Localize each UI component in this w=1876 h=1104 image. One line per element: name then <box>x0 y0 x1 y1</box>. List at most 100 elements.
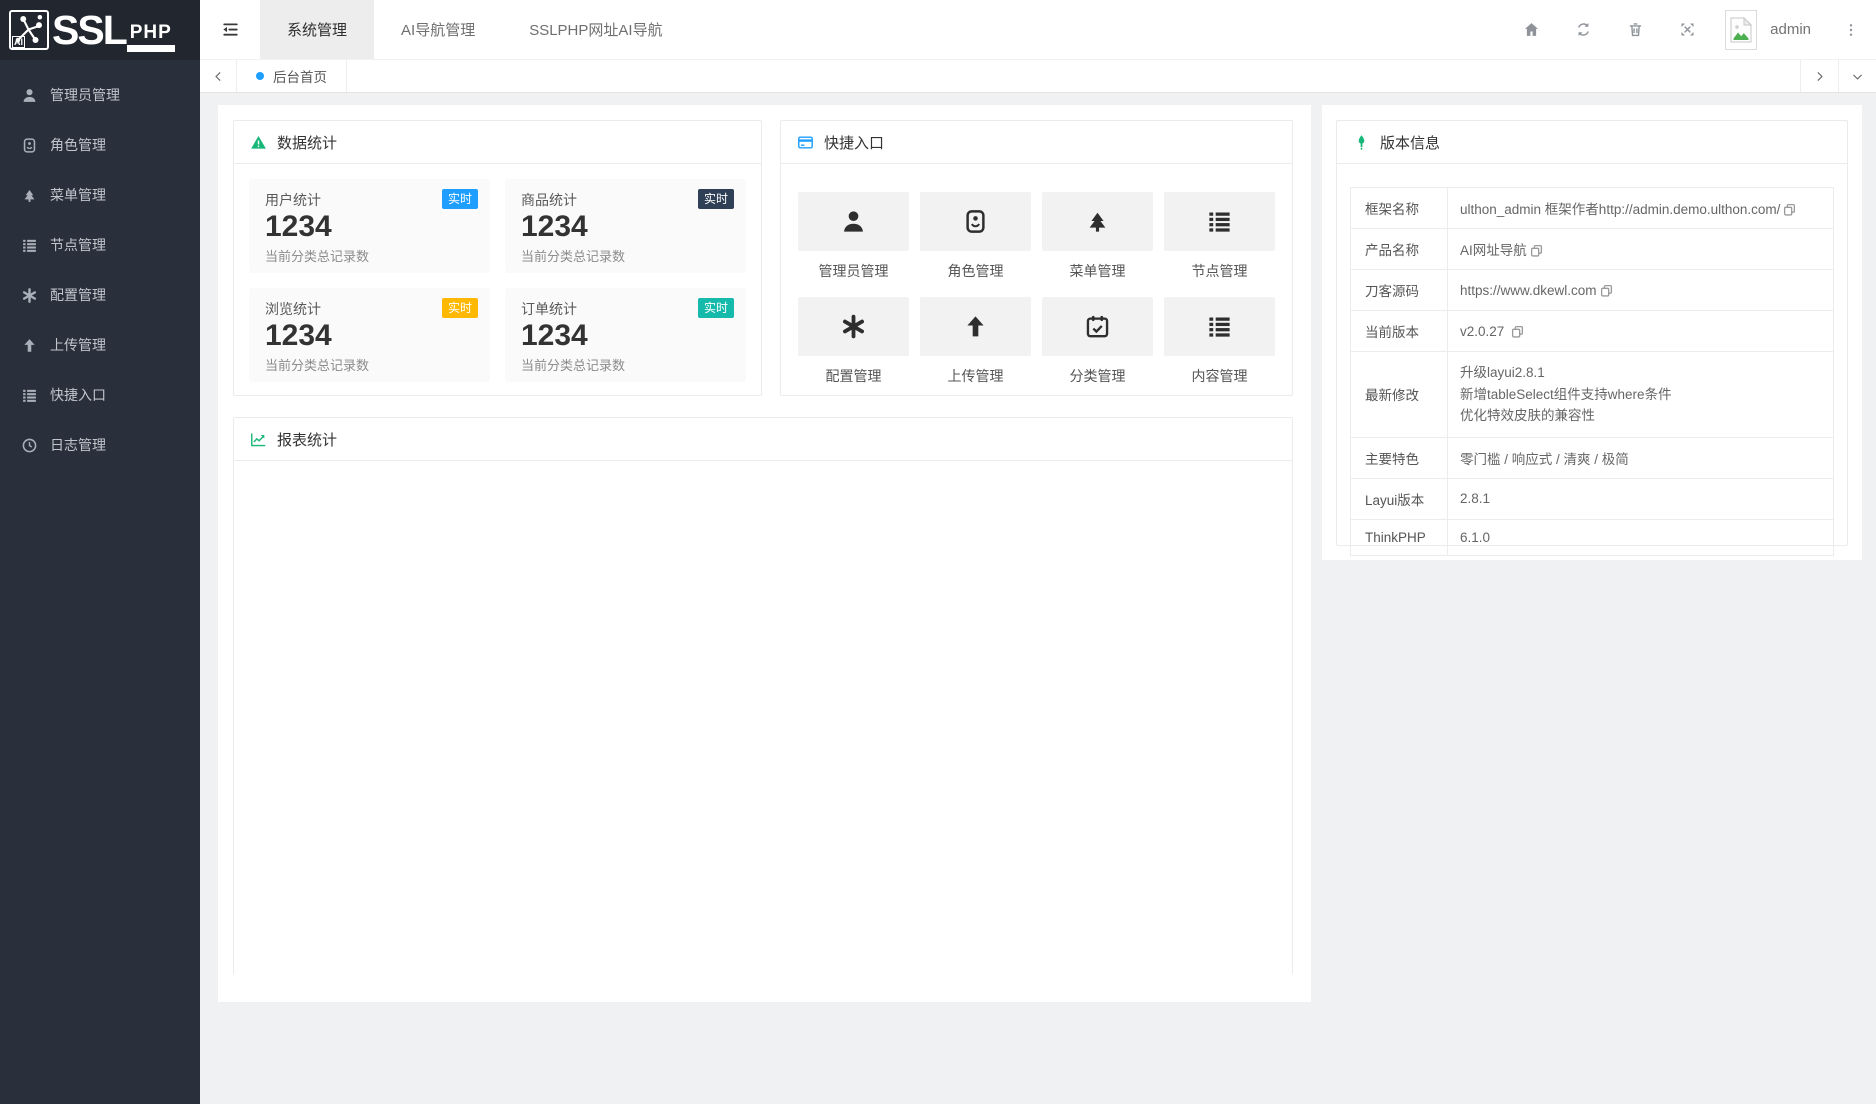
version-label: 当前版本 <box>1351 311 1448 352</box>
realtime-badge: 实时 <box>442 298 478 318</box>
version-value-text: v2.0.27 <box>1460 324 1504 339</box>
list-icon <box>21 387 38 404</box>
logo-ai-label: AI <box>12 36 25 48</box>
home-icon <box>1523 21 1540 38</box>
version-value-text: https://www.dkewl.com <box>1460 283 1597 298</box>
version-value: 零门槛 / 响应式 / 清爽 / 极简 <box>1448 437 1834 478</box>
top-tab-label: 系统管理 <box>287 19 347 40</box>
list-icon <box>21 237 38 254</box>
shortcut-box <box>798 192 909 251</box>
stat-desc: 当前分类总记录数 <box>521 246 730 265</box>
version-label: 框架名称 <box>1351 188 1448 229</box>
left-content-card: 数据统计 用户统计 1234 当前分类总记录数 实时 商品统计 1234 当前分… <box>218 105 1311 1002</box>
shortcut-categories[interactable]: 分类管理 <box>1042 297 1153 402</box>
user-icon <box>21 87 38 104</box>
logo-title-sub: PHP <box>127 22 175 52</box>
sidebar-item-config[interactable]: 配置管理 <box>0 270 200 320</box>
tabs-scroll-left-button[interactable] <box>200 60 237 92</box>
panel-header: 数据统计 <box>234 121 761 164</box>
fullscreen-button[interactable] <box>1661 21 1713 38</box>
version-table-wrap: 框架名称 ulthon_admin 框架作者http://admin.demo.… <box>1337 164 1847 579</box>
report-chart-area <box>234 461 1292 975</box>
top-tab-sslphp-nav[interactable]: SSLPHP网址AI导航 <box>502 0 689 59</box>
sidebar-item-menus[interactable]: 菜单管理 <box>0 170 200 220</box>
tabs-scroll-right-button[interactable] <box>1800 60 1838 92</box>
copy-icon[interactable] <box>1600 284 1613 297</box>
tabs-dropdown-button[interactable] <box>1838 60 1876 92</box>
refresh-icon <box>1575 21 1592 38</box>
top-nav-tabs: 系统管理 AI导航管理 SSLPHP网址AI导航 <box>260 0 690 59</box>
shortcut-roles[interactable]: 角色管理 <box>920 192 1031 297</box>
trash-icon <box>1627 21 1644 38</box>
shortcut-config[interactable]: 配置管理 <box>798 297 909 402</box>
shortcut-label: 节点管理 <box>1164 261 1275 281</box>
sidebar-item-label: 节点管理 <box>50 235 106 255</box>
copy-icon[interactable] <box>1511 325 1524 338</box>
shortcut-label: 配置管理 <box>798 366 909 386</box>
refresh-button[interactable] <box>1557 21 1609 38</box>
sidebar-item-nodes[interactable]: 节点管理 <box>0 220 200 270</box>
collapse-sidebar-button[interactable] <box>200 0 260 59</box>
top-tab-label: AI导航管理 <box>401 19 475 40</box>
shortcut-menus[interactable]: 菜单管理 <box>1042 192 1153 297</box>
sidebar-item-label: 快捷入口 <box>50 385 106 405</box>
sidebar-item-label: 菜单管理 <box>50 185 106 205</box>
shortcut-content[interactable]: 内容管理 <box>1164 297 1275 402</box>
shortcut-upload[interactable]: 上传管理 <box>920 297 1031 402</box>
stat-desc: 当前分类总记录数 <box>521 355 730 374</box>
sidebar-item-upload[interactable]: 上传管理 <box>0 320 200 370</box>
clear-cache-button[interactable] <box>1609 21 1661 38</box>
version-value-text: ulthon_admin 框架作者http://admin.demo.ultho… <box>1460 202 1780 217</box>
more-menu-button[interactable] <box>1836 22 1866 38</box>
shortcut-label: 管理员管理 <box>798 261 909 281</box>
page-tab-bar: 后台首页 <box>200 60 1876 93</box>
sidebar-item-quick-entry[interactable]: 快捷入口 <box>0 370 200 420</box>
top-tab-ai-nav[interactable]: AI导航管理 <box>374 0 502 59</box>
right-content-card: 版本信息 框架名称 ulthon_admin 框架作者http://admin.… <box>1322 105 1862 560</box>
sidebar-item-admins[interactable]: 管理员管理 <box>0 70 200 120</box>
version-value: 6.1.0 <box>1448 519 1834 555</box>
asterisk-icon <box>21 287 38 304</box>
panel-header: 快捷入口 <box>781 121 1292 164</box>
version-value-text: AI网址导航 <box>1460 243 1527 258</box>
sidebar-item-logs[interactable]: 日志管理 <box>0 420 200 470</box>
shortcut-label: 角色管理 <box>920 261 1031 281</box>
shortcut-box <box>920 297 1031 356</box>
tree-icon <box>1084 208 1111 235</box>
kebab-icon <box>1843 22 1859 38</box>
sidebar: AI SSL PHP 管理员管理 角色管理 菜单管理 节点 <box>0 0 200 1104</box>
username[interactable]: admin <box>1770 21 1811 38</box>
sidebar-item-roles[interactable]: 角色管理 <box>0 120 200 170</box>
shortcut-grid: 管理员管理 角色管理 菜单管理 <box>781 164 1292 402</box>
stat-value: 1234 <box>521 210 730 245</box>
header-actions: admin <box>1505 0 1876 59</box>
stat-card-products: 商品统计 1234 当前分类总记录数 实时 <box>505 179 746 273</box>
alert-triangle-icon <box>250 134 267 151</box>
card-icon <box>797 134 814 151</box>
shortcut-admin[interactable]: 管理员管理 <box>798 192 909 297</box>
version-label: 产品名称 <box>1351 229 1448 270</box>
collapse-sidebar-icon <box>221 20 240 39</box>
home-button[interactable] <box>1505 21 1557 38</box>
realtime-badge: 实时 <box>442 189 478 209</box>
clock-icon <box>21 437 38 454</box>
main-content: 数据统计 用户统计 1234 当前分类总记录数 实时 商品统计 1234 当前分… <box>200 93 1876 1104</box>
copy-icon[interactable] <box>1783 203 1796 216</box>
tab-dashboard-home[interactable]: 后台首页 <box>237 60 347 92</box>
shortcut-nodes[interactable]: 节点管理 <box>1164 192 1275 297</box>
version-value: https://www.dkewl.com <box>1448 270 1834 311</box>
user-avatar[interactable] <box>1725 10 1757 50</box>
asterisk-icon <box>840 313 867 340</box>
shortcut-box <box>1164 192 1275 251</box>
version-row: 当前版本 v2.0.27 <box>1351 311 1834 352</box>
pen-icon <box>1353 134 1370 151</box>
top-tab-system[interactable]: 系统管理 <box>260 0 374 59</box>
app-logo[interactable]: AI SSL PHP <box>0 0 200 60</box>
copy-icon[interactable] <box>1530 244 1543 257</box>
sidebar-item-label: 角色管理 <box>50 135 106 155</box>
list-icon <box>1206 208 1233 235</box>
version-row: ThinkPHP 6.1.0 <box>1351 519 1834 555</box>
panel-header: 报表统计 <box>234 418 1292 461</box>
panel-header: 版本信息 <box>1337 121 1847 164</box>
sidebar-item-label: 管理员管理 <box>50 85 120 105</box>
